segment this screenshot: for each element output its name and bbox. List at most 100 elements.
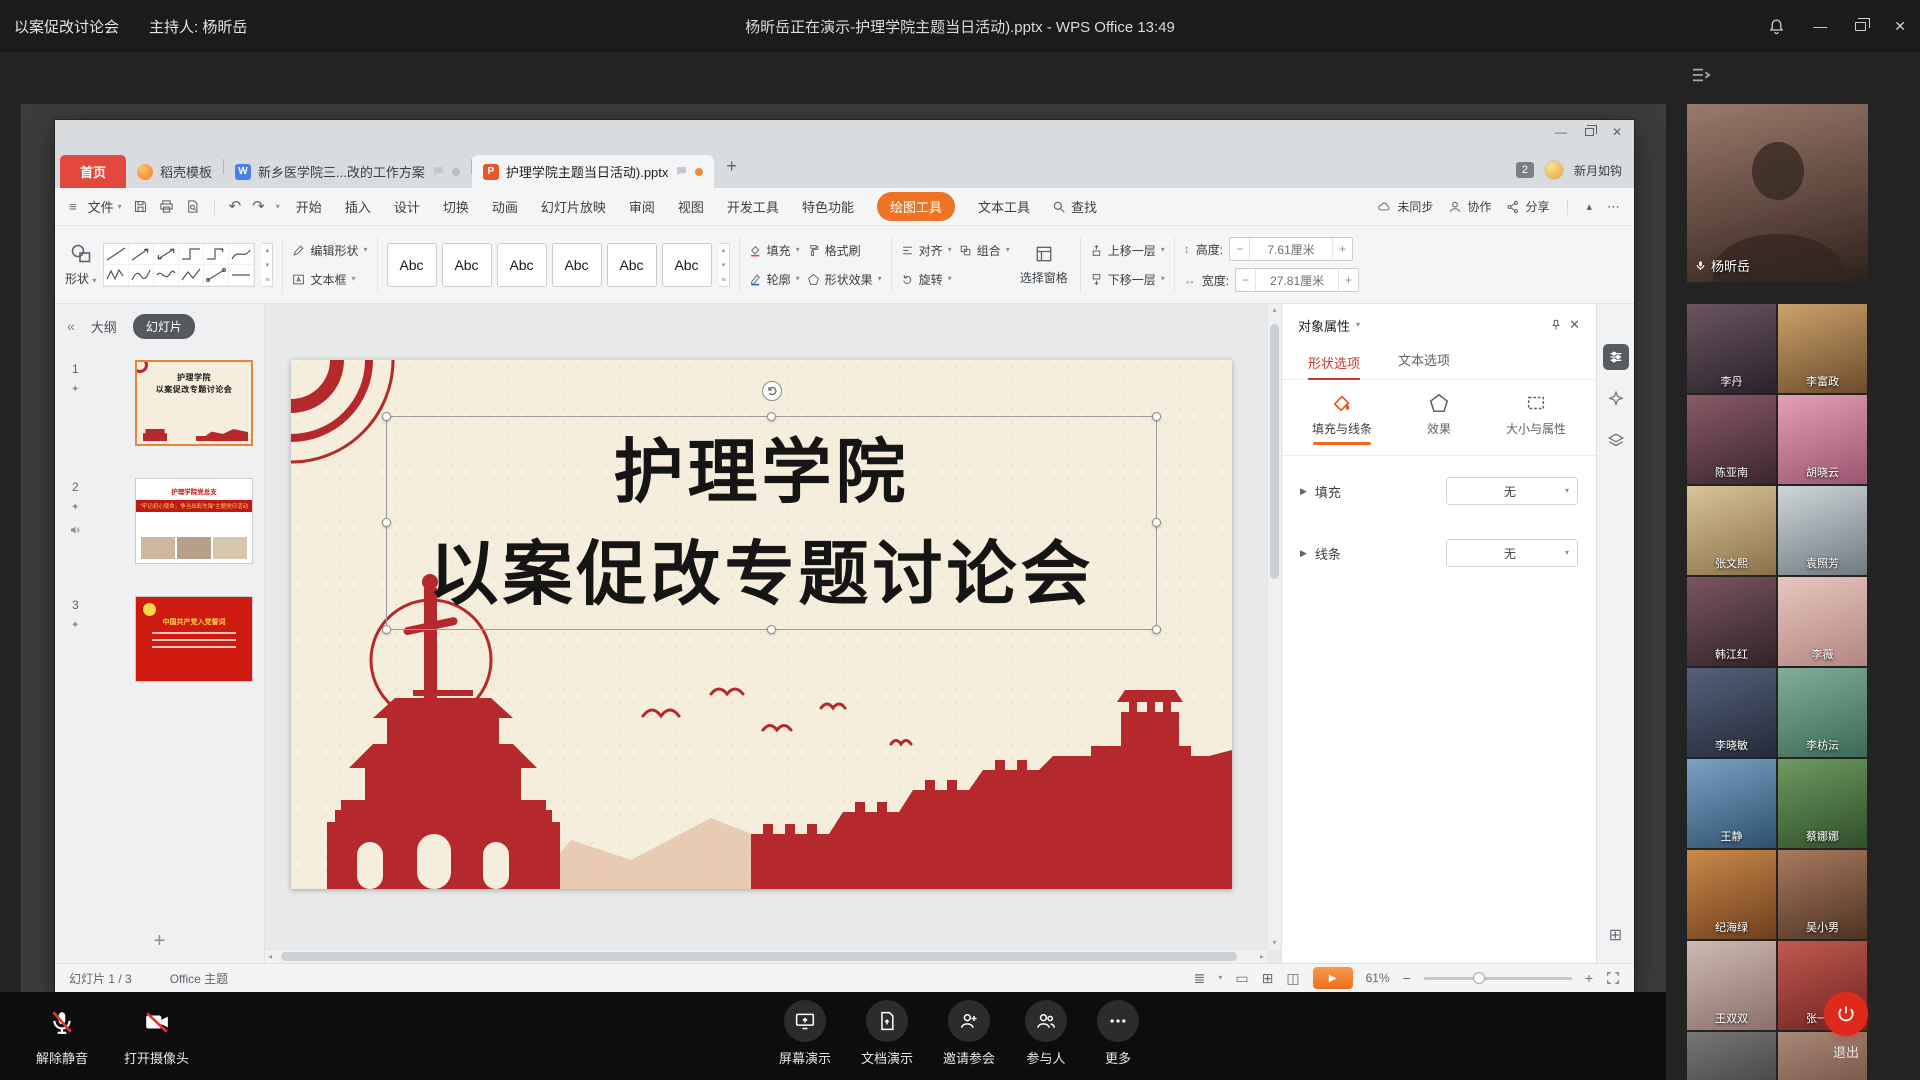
user-avatar[interactable] [1544, 160, 1564, 180]
vertical-scrollbar[interactable]: ▴ ▾ [1267, 304, 1281, 949]
menu-insert[interactable]: 插入 [345, 197, 371, 216]
participant-tile[interactable]: 张文熙 [1687, 486, 1776, 575]
properties-settings-icon[interactable] [1603, 344, 1629, 370]
zoom-out-icon[interactable]: − [1403, 971, 1411, 985]
camera-on-button[interactable]: 打开摄像头 [124, 1002, 189, 1067]
caret-down-icon[interactable]: ▾ [1218, 974, 1222, 982]
normal-view-icon[interactable]: ▭ [1235, 971, 1248, 985]
menu-text-tools[interactable]: 文本工具 [978, 197, 1030, 216]
menu-transition[interactable]: 切换 [443, 197, 469, 216]
hamburger-menu-icon[interactable]: ≡ [69, 200, 77, 213]
width-stepper[interactable]: − 27.81厘米 + [1235, 268, 1359, 292]
menu-review[interactable]: 审阅 [629, 197, 655, 216]
rotate-handle[interactable] [762, 381, 782, 401]
zoom-slider-knob[interactable] [1473, 972, 1485, 984]
message-count-badge[interactable]: 2 [1516, 162, 1534, 178]
outline-button[interactable]: 轮廓▾ [749, 269, 800, 289]
participant-tile[interactable]: 王双双 [1687, 941, 1776, 1030]
line-type-dropdown[interactable]: 无 ▾ [1446, 539, 1578, 567]
width-value[interactable]: 27.81厘米 [1256, 272, 1338, 289]
menu-special-features[interactable]: 特色功能 [802, 197, 854, 216]
participant-tile[interactable]: 韩江红 [1687, 577, 1776, 666]
scroll-down-icon[interactable]: ▾ [266, 261, 270, 269]
wps-minimize-button[interactable]: — [1555, 125, 1567, 139]
properties-title[interactable]: 对象属性 [1298, 316, 1350, 335]
menu-animation[interactable]: 动画 [492, 197, 518, 216]
gallery-more-icon[interactable]: ≡ [265, 277, 269, 284]
fill-and-line-tab[interactable]: 填充与线条 [1312, 392, 1372, 445]
send-backward-button[interactable]: 下移一层▾ [1090, 269, 1165, 289]
restore-button[interactable] [1855, 22, 1866, 31]
menu-drawing-tools-active[interactable]: 绘图工具 [877, 192, 955, 221]
notes-icon[interactable]: ≣ [1194, 971, 1206, 985]
find-button[interactable]: 查找 [1052, 197, 1097, 216]
participant-tile[interactable]: 王静 [1687, 759, 1776, 848]
selection-handle[interactable] [382, 518, 391, 527]
height-increase-button[interactable]: + [1332, 238, 1352, 260]
expand-section-icon[interactable]: ▶ [1300, 486, 1307, 497]
participant-tile-partial[interactable] [1687, 1032, 1776, 1080]
scroll-left-icon[interactable]: ◂ [268, 953, 272, 961]
wps-close-button[interactable]: ✕ [1612, 125, 1622, 139]
selection-handle[interactable] [382, 412, 391, 421]
collapse-sidebar-icon[interactable] [1690, 66, 1712, 84]
text-box-button[interactable]: 文本框▾ [292, 269, 367, 289]
new-slide-button[interactable]: + [154, 931, 166, 951]
tab-current-presentation[interactable]: P 护理学院主题当日活动).pptx [472, 155, 715, 188]
participant-tile[interactable]: 纪海绿 [1687, 850, 1776, 939]
effects-tab[interactable]: 效果 [1427, 392, 1451, 445]
align-button[interactable]: 对齐▾ [901, 240, 952, 260]
shape-style-preset[interactable]: Abc [607, 243, 657, 287]
tab-document-plan[interactable]: W 新乡医学院三...改的工作方案 [224, 155, 471, 188]
scroll-up-icon[interactable]: ▴ [722, 246, 726, 254]
slide-canvas[interactable]: 护理学院 以案促改专题讨论会 [265, 304, 1281, 963]
screen-share-button[interactable]: 屏幕演示 [779, 1000, 831, 1067]
edit-shape-button[interactable]: 编辑形状▾ [292, 240, 367, 260]
slide-sorter-icon[interactable]: ⊞ [1262, 971, 1274, 985]
sync-status-button[interactable]: 未同步 [1376, 198, 1433, 215]
share-button[interactable]: 分享 [1506, 198, 1549, 215]
collaborate-button[interactable]: 协作 [1448, 198, 1491, 215]
undo-icon[interactable]: ↶ [229, 199, 242, 214]
height-value[interactable]: 7.61厘米 [1250, 241, 1332, 258]
participant-tile[interactable]: 吴小男 [1778, 850, 1867, 939]
redo-icon[interactable]: ↷ [252, 199, 265, 214]
undo-history-caret-icon[interactable]: ▾ [276, 203, 280, 211]
participant-tile[interactable]: 胡晓云 [1778, 395, 1867, 484]
shape-effects-button[interactable]: 形状效果▾ [807, 269, 882, 289]
participant-tile[interactable]: 李枋沄 [1778, 668, 1867, 757]
save-icon[interactable] [133, 199, 148, 214]
scroll-up-icon[interactable]: ▴ [266, 246, 270, 254]
file-menu[interactable]: 文件▾ [88, 197, 122, 216]
fullscreen-icon[interactable] [1606, 971, 1620, 985]
shape-style-preset[interactable]: Abc [442, 243, 492, 287]
selection-handle[interactable] [767, 412, 776, 421]
expand-section-icon[interactable]: ▶ [1300, 548, 1307, 559]
zoom-slider[interactable] [1424, 977, 1572, 980]
close-panel-icon[interactable]: ✕ [1569, 317, 1580, 333]
shape-style-preset[interactable]: Abc [387, 243, 437, 287]
height-decrease-button[interactable]: − [1230, 238, 1250, 260]
theme-name[interactable]: Office 主题 [170, 970, 228, 987]
selection-handle[interactable] [1152, 518, 1161, 527]
height-stepper[interactable]: − 7.61厘米 + [1229, 237, 1353, 261]
pin-panel-icon[interactable] [1549, 318, 1563, 332]
document-share-button[interactable]: 文档演示 [861, 1000, 913, 1067]
reading-view-icon[interactable]: ◫ [1286, 971, 1299, 985]
slide-thumbnail-2[interactable]: 护理学院党总支 “牢记初心使命，争当出彩先锋”主题党日活动 [135, 478, 253, 564]
presenter-video[interactable]: 杨昕岳 [1687, 104, 1868, 282]
close-button[interactable]: ✕ [1894, 18, 1906, 35]
tab-outline[interactable]: 大纲 [91, 317, 117, 336]
unsaved-dot[interactable] [695, 168, 703, 176]
participant-tile[interactable]: 陈亚南 [1687, 395, 1776, 484]
rotate-button[interactable]: 旋转▾ [901, 269, 952, 289]
participant-tile[interactable]: 袁照芳 [1778, 486, 1867, 575]
participant-tile[interactable]: 李丹 [1687, 304, 1776, 393]
shape-line-gallery[interactable] [103, 243, 255, 287]
zoom-level[interactable]: 61% [1366, 971, 1390, 985]
scroll-down-icon[interactable]: ▾ [1272, 939, 1276, 947]
selection-handle[interactable] [382, 625, 391, 634]
slide-thumbnail-1[interactable]: 护理学院 以案促改专题讨论会 [135, 360, 253, 446]
insert-shape-button[interactable]: 形状 ▾ [65, 242, 96, 287]
text-selection-box[interactable] [386, 416, 1157, 630]
